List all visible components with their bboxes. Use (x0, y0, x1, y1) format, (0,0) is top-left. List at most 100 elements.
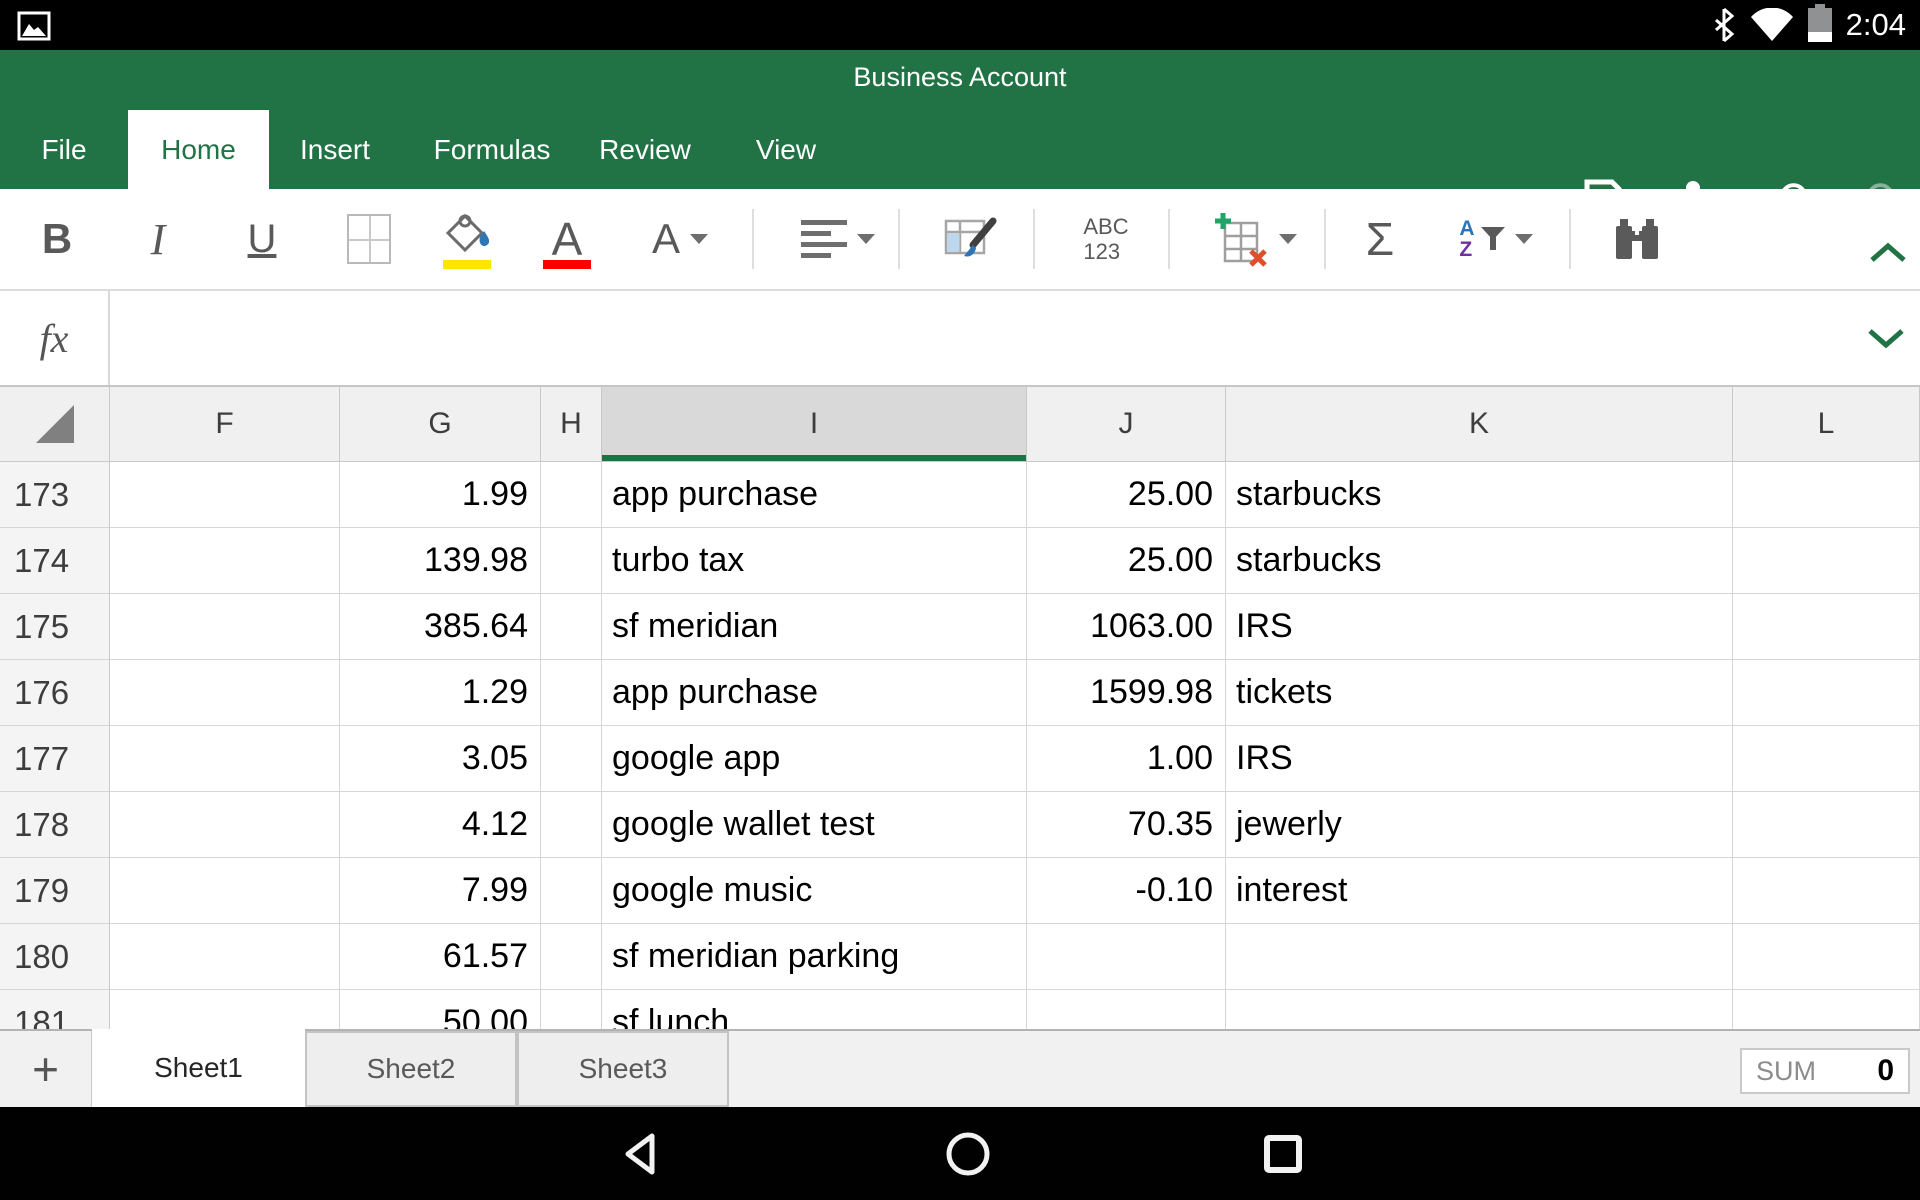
cell-f[interactable] (110, 462, 340, 528)
cell-f[interactable] (110, 594, 340, 660)
cell-j[interactable]: 1599.98 (1027, 660, 1226, 726)
collapse-ribbon-button[interactable] (1860, 217, 1916, 289)
number-format-button[interactable]: ABC 123 (1068, 203, 1144, 275)
cell-i[interactable]: google music (602, 858, 1027, 924)
column-header-l[interactable]: L (1733, 387, 1920, 462)
cell-j[interactable] (1027, 990, 1226, 1029)
cell-k[interactable] (1226, 924, 1733, 990)
sheet-tab-sheet2[interactable]: Sheet2 (305, 1031, 517, 1107)
cell-g[interactable]: 1.29 (340, 660, 541, 726)
cell-i[interactable]: google wallet test (602, 792, 1027, 858)
underline-button[interactable]: U (232, 203, 292, 275)
status-sum-box[interactable]: SUM 0 (1740, 1048, 1910, 1094)
cell-f[interactable] (110, 660, 340, 726)
cell-j[interactable]: 25.00 (1027, 462, 1226, 528)
row-header[interactable]: 174 (0, 528, 110, 594)
row-header[interactable]: 175 (0, 594, 110, 660)
cell-l[interactable] (1733, 528, 1920, 594)
cell-k[interactable]: starbucks (1226, 462, 1733, 528)
row-header[interactable]: 181 (0, 990, 110, 1029)
cell-h[interactable] (541, 660, 602, 726)
row-header[interactable]: 173 (0, 462, 110, 528)
cell-j[interactable]: 25.00 (1027, 528, 1226, 594)
cell-h[interactable] (541, 594, 602, 660)
borders-button[interactable] (339, 203, 399, 275)
row-header[interactable]: 177 (0, 726, 110, 792)
cell-h[interactable] (541, 792, 602, 858)
find-button[interactable] (1602, 203, 1672, 275)
nav-home-button[interactable] (923, 1107, 1013, 1200)
column-header-j[interactable]: J (1027, 387, 1226, 462)
cell-g[interactable]: 385.64 (340, 594, 541, 660)
column-header-g[interactable]: G (340, 387, 541, 462)
cell-j[interactable]: -0.10 (1027, 858, 1226, 924)
cell-format-button[interactable] (938, 203, 1004, 275)
fill-color-button[interactable] (432, 203, 502, 275)
insert-delete-cells-button[interactable] (1200, 203, 1310, 275)
font-size-button[interactable]: A (630, 203, 730, 275)
row-header[interactable]: 176 (0, 660, 110, 726)
expand-formula-bar-button[interactable] (1866, 327, 1906, 354)
cell-f[interactable] (110, 924, 340, 990)
select-all-corner[interactable] (0, 387, 110, 462)
sheet-tab-sheet3[interactable]: Sheet3 (517, 1031, 729, 1107)
cell-i[interactable]: app purchase (602, 660, 1027, 726)
cell-h[interactable] (541, 726, 602, 792)
column-header-k[interactable]: K (1226, 387, 1733, 462)
cell-j[interactable]: 1063.00 (1027, 594, 1226, 660)
cell-k[interactable]: IRS (1226, 594, 1733, 660)
cell-h[interactable] (541, 924, 602, 990)
column-header-i-selected[interactable]: I (602, 387, 1027, 462)
cell-i[interactable]: app purchase (602, 462, 1027, 528)
sheet-tab-sheet1[interactable]: Sheet1 (92, 1029, 305, 1107)
column-header-h[interactable]: H (541, 387, 602, 462)
nav-back-button[interactable] (595, 1107, 685, 1200)
cell-i[interactable]: sf lunch (602, 990, 1027, 1029)
cell-l[interactable] (1733, 924, 1920, 990)
italic-button[interactable]: I (128, 203, 188, 275)
cell-f[interactable] (110, 528, 340, 594)
cell-l[interactable] (1733, 726, 1920, 792)
cell-l[interactable] (1733, 990, 1920, 1029)
cell-l[interactable] (1733, 858, 1920, 924)
cell-h[interactable] (541, 462, 602, 528)
cell-k[interactable]: IRS (1226, 726, 1733, 792)
cell-g[interactable]: 61.57 (340, 924, 541, 990)
cell-j[interactable]: 70.35 (1027, 792, 1226, 858)
sort-filter-button[interactable]: A Z (1438, 203, 1554, 275)
alignment-button[interactable] (788, 203, 888, 275)
nav-recents-button[interactable] (1238, 1107, 1328, 1200)
cell-g[interactable]: 7.99 (340, 858, 541, 924)
cell-i[interactable]: sf meridian (602, 594, 1027, 660)
cell-i[interactable]: google app (602, 726, 1027, 792)
cell-f[interactable] (110, 858, 340, 924)
cell-k[interactable]: jewerly (1226, 792, 1733, 858)
cell-l[interactable] (1733, 792, 1920, 858)
cell-h[interactable] (541, 528, 602, 594)
add-sheet-button[interactable]: + (0, 1031, 92, 1107)
cell-f[interactable] (110, 726, 340, 792)
font-color-button[interactable]: A (536, 203, 598, 275)
bold-button[interactable]: B (27, 203, 87, 275)
cell-k[interactable]: interest (1226, 858, 1733, 924)
cell-g[interactable]: 50.00 (340, 990, 541, 1029)
cell-j[interactable] (1027, 924, 1226, 990)
row-header[interactable]: 178 (0, 792, 110, 858)
cell-k[interactable]: starbucks (1226, 528, 1733, 594)
autosum-button[interactable]: Σ (1350, 203, 1410, 275)
cell-g[interactable]: 139.98 (340, 528, 541, 594)
row-header[interactable]: 180 (0, 924, 110, 990)
cell-k[interactable]: tickets (1226, 660, 1733, 726)
cell-l[interactable] (1733, 594, 1920, 660)
cell-l[interactable] (1733, 660, 1920, 726)
cell-h[interactable] (541, 858, 602, 924)
cell-g[interactable]: 3.05 (340, 726, 541, 792)
cell-g[interactable]: 1.99 (340, 462, 541, 528)
cell-j[interactable]: 1.00 (1027, 726, 1226, 792)
cell-i[interactable]: sf meridian parking (602, 924, 1027, 990)
cell-f[interactable] (110, 990, 340, 1029)
row-header[interactable]: 179 (0, 858, 110, 924)
column-header-f[interactable]: F (110, 387, 340, 462)
cell-g[interactable]: 4.12 (340, 792, 541, 858)
formula-input[interactable] (112, 291, 1832, 385)
